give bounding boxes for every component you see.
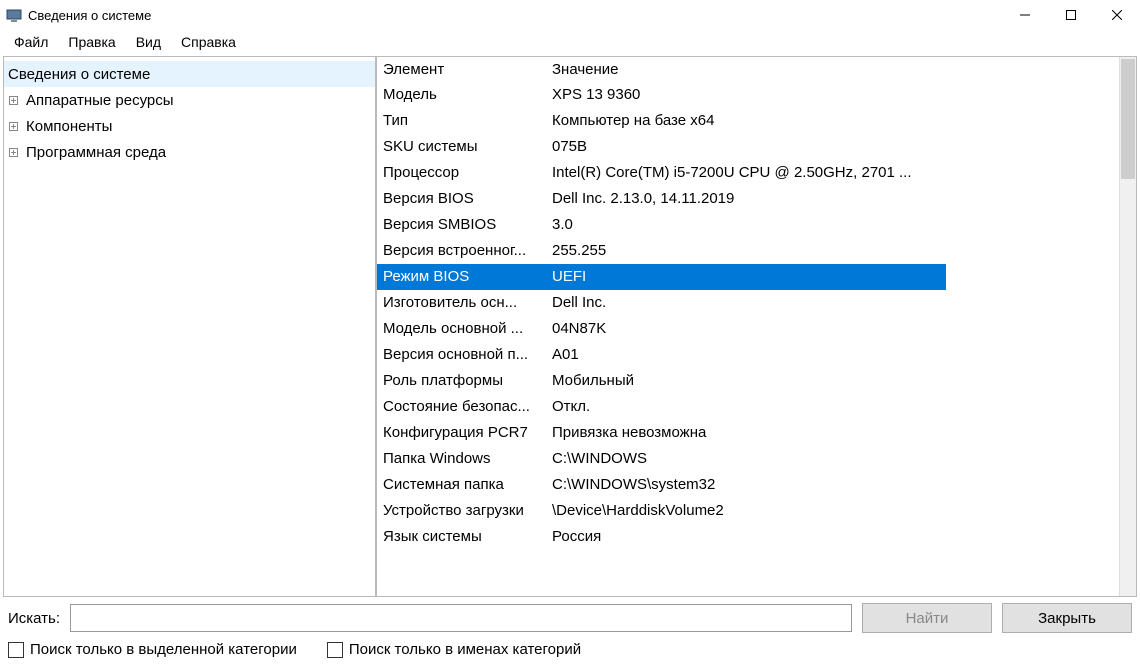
property-value[interactable]: XPS 13 9360: [546, 82, 1136, 108]
tree-root[interactable]: Сведения о системе: [4, 61, 375, 87]
property-value[interactable]: \Device\HarddiskVolume2: [546, 498, 1136, 524]
property-name[interactable]: Режим BIOS: [377, 264, 546, 290]
property-value[interactable]: A01: [546, 342, 1136, 368]
property-name[interactable]: Состояние безопас...: [377, 394, 546, 420]
checkbox-icon: [8, 642, 24, 658]
property-name[interactable]: Версия BIOS: [377, 186, 546, 212]
tree-item-label: Программная среда: [24, 143, 168, 162]
find-button[interactable]: Найти: [862, 603, 992, 633]
expander-icon[interactable]: [6, 119, 20, 133]
property-value[interactable]: Dell Inc. 2.13.0, 14.11.2019: [546, 186, 1136, 212]
checkbox-label: Поиск только в именах категорий: [349, 641, 581, 658]
property-value[interactable]: Intel(R) Core(TM) i5-7200U CPU @ 2.50GHz…: [546, 160, 1136, 186]
app-icon: [6, 7, 22, 23]
category-tree[interactable]: Сведения о системе Аппаратные ресурсы Ко…: [4, 57, 377, 596]
expander-icon[interactable]: [6, 93, 20, 107]
property-name[interactable]: Версия основной п...: [377, 342, 546, 368]
property-name[interactable]: Версия SMBIOS: [377, 212, 546, 238]
property-value[interactable]: Откл.: [546, 394, 1136, 420]
property-value[interactable]: 04N87K: [546, 316, 1136, 342]
column-header-value[interactable]: Значение: [546, 57, 1136, 82]
property-name[interactable]: Папка Windows: [377, 446, 546, 472]
property-value[interactable]: C:\WINDOWS\system32: [546, 472, 1136, 498]
tree-item-software-env[interactable]: Программная среда: [4, 139, 375, 165]
property-name[interactable]: Тип: [377, 108, 546, 134]
expander-icon[interactable]: [6, 145, 20, 159]
property-value[interactable]: UEFI: [546, 264, 946, 290]
tree-item-label: Компоненты: [24, 117, 114, 136]
property-value[interactable]: Россия: [546, 524, 1136, 550]
property-name[interactable]: Язык системы: [377, 524, 546, 550]
footer: Искать: Найти Закрыть Поиск только в выд…: [0, 597, 1140, 669]
property-value[interactable]: Привязка невозможна: [546, 420, 1136, 446]
property-name[interactable]: Системная папка: [377, 472, 546, 498]
scroll-thumb[interactable]: [1121, 59, 1135, 179]
details-panel: Элемент Значение МодельXPS 13 9360ТипКом…: [377, 57, 1136, 596]
search-options: Поиск только в выделенной категории Поис…: [8, 641, 1132, 658]
checkbox-category-names[interactable]: Поиск только в именах категорий: [327, 641, 581, 658]
property-value[interactable]: Dell Inc.: [546, 290, 1136, 316]
checkbox-selected-category[interactable]: Поиск только в выделенной категории: [8, 641, 297, 658]
search-row: Искать: Найти Закрыть: [8, 603, 1132, 633]
tree-root-label: Сведения о системе: [6, 65, 152, 84]
property-value[interactable]: 075B: [546, 134, 1136, 160]
property-name[interactable]: Изготовитель осн...: [377, 290, 546, 316]
search-input[interactable]: [70, 604, 852, 632]
property-value[interactable]: C:\WINDOWS: [546, 446, 1136, 472]
property-name[interactable]: SKU системы: [377, 134, 546, 160]
system-information-window: Сведения о системе Файл Правка Вид Справ…: [0, 0, 1140, 669]
search-label: Искать:: [8, 610, 60, 627]
content-area: Сведения о системе Аппаратные ресурсы Ко…: [3, 56, 1137, 597]
maximize-button[interactable]: [1048, 0, 1094, 30]
property-value[interactable]: Мобильный: [546, 368, 1136, 394]
property-name[interactable]: Модель: [377, 82, 546, 108]
menu-help[interactable]: Справка: [173, 32, 244, 52]
column-header-name[interactable]: Элемент: [377, 57, 546, 82]
property-value[interactable]: Компьютер на базе x64: [546, 108, 1136, 134]
property-value[interactable]: 3.0: [546, 212, 1136, 238]
checkbox-icon: [327, 642, 343, 658]
property-name[interactable]: Роль платформы: [377, 368, 546, 394]
tree-item-components[interactable]: Компоненты: [4, 113, 375, 139]
vertical-scrollbar[interactable]: [1119, 57, 1136, 596]
tree-item-hardware[interactable]: Аппаратные ресурсы: [4, 87, 375, 113]
minimize-button[interactable]: [1002, 0, 1048, 30]
property-name[interactable]: Версия встроенног...: [377, 238, 546, 264]
menu-file[interactable]: Файл: [6, 32, 56, 52]
property-name[interactable]: Устройство загрузки: [377, 498, 546, 524]
property-name[interactable]: Процессор: [377, 160, 546, 186]
close-panel-button[interactable]: Закрыть: [1002, 603, 1132, 633]
window-title: Сведения о системе: [28, 8, 151, 23]
menu-view[interactable]: Вид: [128, 32, 169, 52]
menu-edit[interactable]: Правка: [60, 32, 123, 52]
property-name[interactable]: Модель основной ...: [377, 316, 546, 342]
property-name[interactable]: Конфигурация PCR7: [377, 420, 546, 446]
tree-item-label: Аппаратные ресурсы: [24, 91, 176, 110]
close-button[interactable]: [1094, 0, 1140, 30]
property-value[interactable]: 255.255: [546, 238, 1136, 264]
menubar: Файл Правка Вид Справка: [0, 30, 1140, 54]
checkbox-label: Поиск только в выделенной категории: [30, 641, 297, 658]
titlebar[interactable]: Сведения о системе: [0, 0, 1140, 30]
